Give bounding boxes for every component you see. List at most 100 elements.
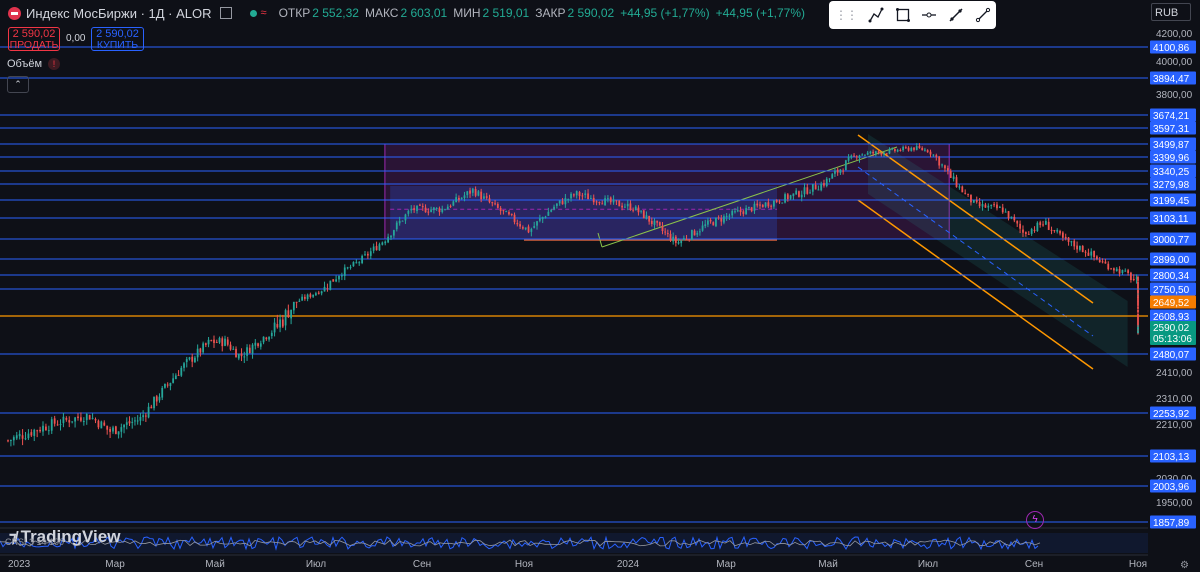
candle-body (323, 286, 326, 292)
candle-body (513, 214, 516, 223)
candle-body (944, 165, 946, 169)
x-tick-label: Сен (413, 559, 431, 570)
x-tick-label: Июл (918, 559, 938, 570)
candle-body (144, 415, 147, 417)
data-status-icon: ≈ (260, 7, 267, 19)
settings-gear-icon[interactable]: ⚙ (1180, 560, 1189, 571)
candle-body (817, 189, 820, 191)
candle-body (279, 319, 281, 328)
candle-body (1036, 222, 1039, 232)
candle-body (883, 152, 885, 155)
candle-body (715, 217, 717, 227)
level-label: 3894,47 (1153, 74, 1190, 85)
candle-body (661, 226, 664, 232)
candle-body (864, 154, 866, 156)
candle-body (1056, 230, 1059, 232)
candle-body (803, 187, 806, 195)
candle-body (745, 208, 748, 215)
candle-body (502, 210, 505, 212)
candle-body (117, 431, 120, 435)
candle-body (352, 262, 355, 267)
candle-body (885, 153, 888, 155)
horizontal-ray-tool-icon[interactable] (916, 3, 943, 27)
candle-body (1081, 246, 1084, 253)
candle-body (21, 435, 24, 439)
candle-body (314, 293, 317, 296)
candle-body (65, 417, 68, 420)
candle-body (177, 374, 180, 376)
candle-body (970, 194, 972, 203)
candle-body (480, 191, 483, 200)
candle-body (24, 438, 27, 440)
candle-body (1070, 241, 1073, 243)
candle-body (987, 205, 990, 208)
candle-body (834, 170, 836, 174)
candle-body (877, 151, 880, 153)
candle-body (853, 155, 855, 157)
candle-body (809, 192, 811, 194)
compare-icon[interactable] (219, 7, 232, 19)
candle-body (153, 396, 155, 409)
candle-body (1087, 252, 1090, 256)
sell-button[interactable]: 2 590,02 ПРОДАТЬ (8, 27, 60, 51)
sell-label: ПРОДАТЬ (9, 39, 59, 51)
close-value: 2 590,02 (567, 6, 615, 20)
candle-body (924, 149, 926, 151)
candle-body (1033, 229, 1036, 231)
warning-icon[interactable]: ! (48, 58, 61, 70)
candle-body (407, 210, 410, 214)
candle-body (358, 262, 361, 264)
ray-tool-icon[interactable] (969, 3, 996, 27)
level-label: 2899,00 (1153, 255, 1190, 266)
candle-body (981, 203, 984, 207)
chart-canvas[interactable]: 4200,00 4000,00 3800,00 2410,00 2310,00 2210,… (0, 0, 1200, 572)
candle-body (106, 425, 109, 430)
highlight-label: 2649,52 (1153, 298, 1190, 309)
symbol-title[interactable]: Индекс МосБиржи · 1Д · ALOR (26, 6, 212, 21)
volume-legend[interactable]: Объём! (7, 58, 61, 70)
candle-body (935, 155, 938, 157)
candle-body (491, 202, 494, 204)
candle-body (469, 190, 471, 194)
candle-body (1084, 251, 1087, 253)
candle-body (91, 417, 94, 419)
currency-selector[interactable]: RUB (1151, 3, 1191, 21)
candle-body (1101, 261, 1104, 263)
candle-body (1130, 272, 1132, 281)
candle-body (904, 147, 907, 149)
drag-handle-icon[interactable]: ⋮⋮ (835, 8, 858, 22)
candle-body (915, 146, 918, 150)
candle-body (268, 336, 270, 340)
countdown-label: 05:13:06 (1153, 334, 1192, 345)
candle-body (142, 415, 145, 418)
candle-body (814, 184, 817, 190)
buy-button[interactable]: 2 590,02 КУПИТЬ (91, 27, 144, 51)
candle-body (564, 198, 567, 205)
candle-body (120, 427, 123, 432)
candle-body (888, 149, 891, 154)
candle-body (147, 406, 150, 418)
collapse-legend-button[interactable]: ⌃ (7, 76, 29, 93)
level-label: 2103,13 (1153, 452, 1190, 463)
lightning-icon[interactable]: ϟ (1026, 511, 1044, 529)
candle-body (1098, 259, 1101, 263)
candle-body (82, 421, 85, 423)
candle-body (601, 203, 604, 205)
x-tick-label: Мар (716, 559, 736, 570)
candle-body (298, 300, 301, 302)
candle-body (742, 211, 745, 214)
candle-body (648, 215, 651, 222)
candle-body (1137, 326, 1139, 330)
candle-body (155, 396, 158, 402)
rectangle-tool-icon[interactable] (890, 3, 917, 27)
candle-body (1096, 256, 1098, 260)
candle-body (932, 154, 935, 156)
x-tick-label: Май (205, 559, 225, 570)
path-tool-icon[interactable] (863, 3, 890, 27)
candle-body (246, 347, 248, 356)
trend-line-tool-icon[interactable] (943, 3, 970, 27)
candle-body (287, 310, 290, 318)
candle-body (94, 419, 97, 421)
candle-body (725, 215, 728, 217)
candle-body (364, 254, 366, 256)
